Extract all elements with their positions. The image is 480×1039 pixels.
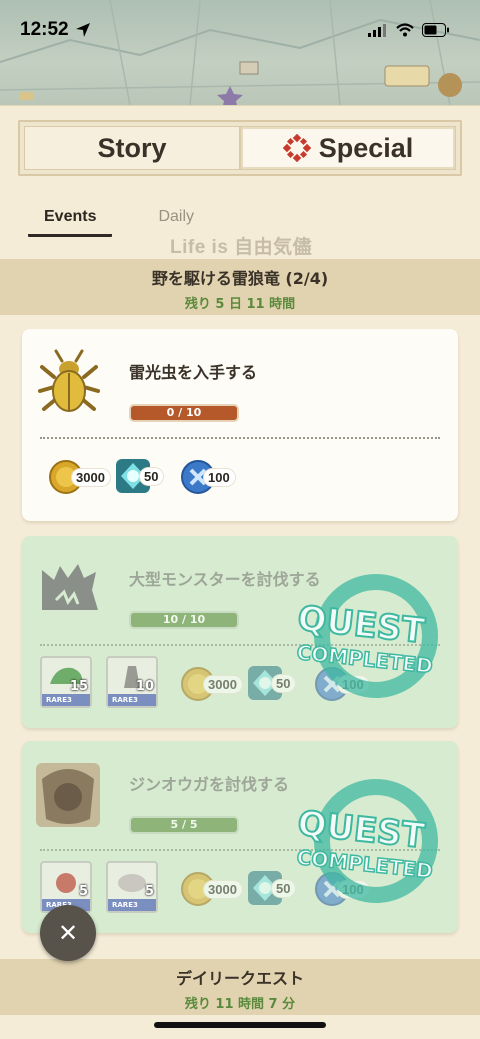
quest-card[interactable]: 雷光虫を入手する 0 / 10 3000 50 100 xyxy=(22,329,458,521)
monster-jaw-icon xyxy=(42,564,98,610)
tab-special[interactable]: Special xyxy=(240,126,456,170)
special-emblem-icon xyxy=(282,134,311,162)
watermark: Life is 自由気儘 xyxy=(170,237,313,258)
reward-count: 3000 xyxy=(72,468,110,486)
quest-card-completed[interactable]: ジンオウガを討伐する 5 / 5 5 RARE3 5 RARE3 3000 50… xyxy=(22,741,458,933)
reward-count: 3000 xyxy=(204,675,242,693)
status-time: 12:52 xyxy=(20,19,69,40)
reward-coins: 3000 xyxy=(180,871,242,907)
item-count: 10 xyxy=(135,679,154,694)
reward-gems: 50 xyxy=(114,457,164,495)
quest-card-completed[interactable]: 大型モンスターを討伐する 10 / 10 15 RARE3 10 RARE3 3… xyxy=(22,536,458,728)
tab-story[interactable]: Story xyxy=(24,126,240,170)
location-arrow-icon xyxy=(75,23,90,37)
reward-count: 100 xyxy=(204,468,235,486)
quest-title: ジンオウガを討伐する xyxy=(129,775,290,794)
signal-icon xyxy=(368,23,386,37)
status-clock: 12:52 xyxy=(20,19,91,41)
divider xyxy=(40,437,440,439)
quest-progress-text: 5 / 5 xyxy=(170,818,198,831)
reward-count: 50 xyxy=(140,467,164,485)
item-count: 5 xyxy=(78,884,88,899)
reward-coins: 3000 xyxy=(48,459,110,495)
quest-progress-text: 0 / 10 xyxy=(166,406,202,419)
quest-completed-stamp: QUEST COMPLETED xyxy=(295,574,438,698)
quest-progress-bar: 10 / 10 xyxy=(129,611,239,629)
rarity-tag: RARE3 xyxy=(108,694,156,706)
wifi-icon xyxy=(396,23,414,37)
mode-tabs: Story Special xyxy=(18,120,462,176)
quest-progress-text: 10 / 10 xyxy=(162,613,206,626)
monster-portrait-icon xyxy=(36,763,100,827)
rarity-tag: RARE3 xyxy=(42,694,90,706)
home-indicator[interactable] xyxy=(154,1022,326,1028)
daily-header: デイリークエスト 残り 11 時間 7 分 xyxy=(0,959,480,1015)
quest-progress-bar: 5 / 5 xyxy=(129,816,239,834)
quest-completed-stamp: QUEST COMPLETED xyxy=(295,779,438,903)
subtab-events[interactable]: Events xyxy=(28,206,113,237)
tab-story-label: Story xyxy=(97,132,167,163)
item-count: 15 xyxy=(69,679,88,694)
quest-progress-bar: 0 / 10 xyxy=(129,404,239,422)
tab-special-label: Special xyxy=(318,132,414,163)
event-header: 野を駆ける雷狼竜 (2/4) 残り 5 日 11 時間 xyxy=(0,259,480,315)
item-tile: 5 RARE3 xyxy=(106,861,158,913)
close-button[interactable]: ✕ xyxy=(40,905,96,961)
reward-tokens: 100 xyxy=(180,459,235,495)
event-title: 野を駆ける雷狼竜 (2/4) xyxy=(151,269,329,288)
event-remaining: 残り 5 日 11 時間 xyxy=(184,297,296,312)
item-count: 5 xyxy=(144,884,154,899)
item-tile: 10 RARE3 xyxy=(106,656,158,708)
rarity-tag: RARE3 xyxy=(108,899,156,911)
status-bar: 12:52 xyxy=(0,0,480,60)
item-tile: 15 RARE3 xyxy=(40,656,92,708)
quest-title: 雷光虫を入手する xyxy=(129,363,258,382)
reward-coins: 3000 xyxy=(180,666,242,702)
close-icon: ✕ xyxy=(57,919,79,947)
beetle-icon xyxy=(38,349,100,412)
daily-title: デイリークエスト xyxy=(175,969,304,988)
reward-count: 3000 xyxy=(204,880,242,898)
battery-icon xyxy=(422,23,449,37)
daily-remaining: 残り 11 時間 7 分 xyxy=(184,997,296,1012)
